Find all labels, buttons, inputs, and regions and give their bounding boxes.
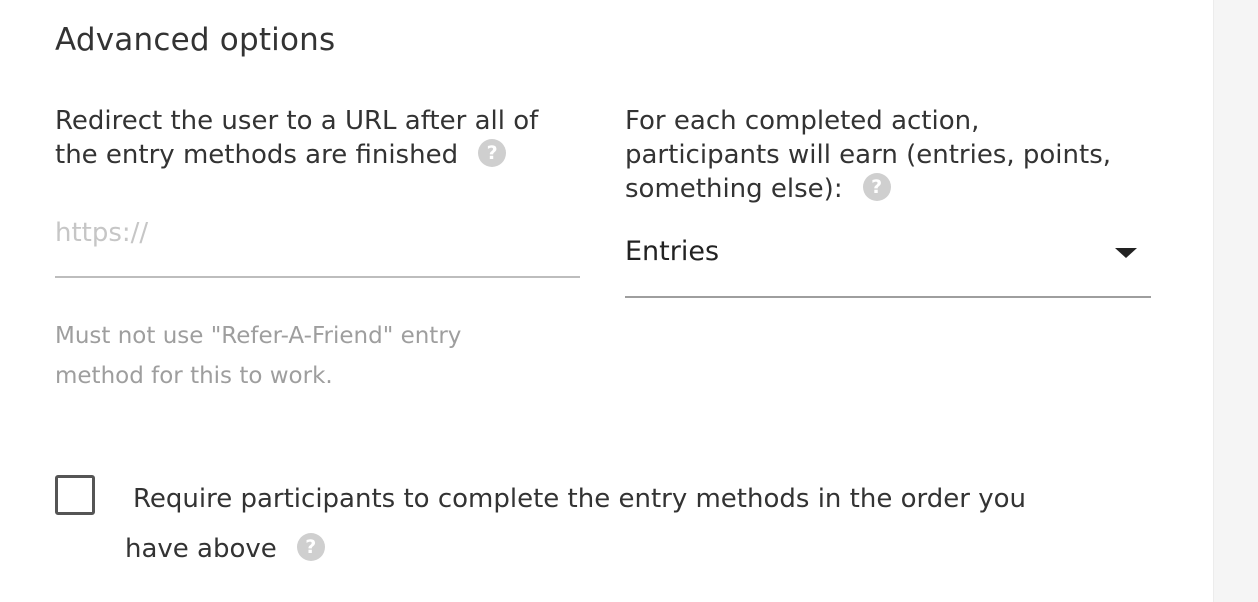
redirect-label-line1: Redirect the user to a URL after all of	[55, 106, 539, 136]
question-circle-icon[interactable]: ?	[296, 532, 325, 561]
earn-type-select[interactable]: Entries	[625, 230, 1151, 298]
earn-label-line1: For each completed action,	[625, 106, 980, 136]
section-title: Advanced options	[55, 22, 336, 58]
question-circle-icon[interactable]: ?	[478, 138, 507, 167]
redirect-label: Redirect the user to a URL after all of …	[55, 104, 580, 172]
redirect-hint: Must not use "Refer-A-Friend" entry meth…	[55, 316, 575, 396]
redirect-label-line2: the entry methods are finished	[55, 140, 459, 170]
redirect-url-input[interactable]	[55, 208, 580, 278]
require-order-label-line2[interactable]: have above	[125, 534, 277, 564]
earn-label: For each completed action, participants …	[625, 104, 1151, 206]
caret-down-icon	[1115, 248, 1137, 258]
require-order-checkbox[interactable]	[55, 475, 95, 515]
advanced-options-page: Advanced options Redirect the user to a …	[0, 0, 1258, 602]
redirect-hint-line2: method for this to work.	[55, 363, 333, 389]
earn-label-line3: something else):	[625, 174, 843, 204]
require-order-label-line1[interactable]: Require participants to complete the ent…	[133, 481, 1026, 517]
require-order-label-line2-wrap: have above?	[125, 531, 325, 567]
earn-type-selected-value: Entries	[625, 236, 720, 267]
redirect-hint-line1: Must not use "Refer-A-Friend" entry	[55, 323, 462, 349]
redirect-label-line2-wrap: the entry methods are finished?	[55, 138, 580, 172]
earn-label-line2: participants will earn (entries, points,	[625, 140, 1112, 170]
question-circle-icon[interactable]: ?	[862, 172, 891, 201]
right-gutter	[1213, 0, 1258, 602]
earn-label-line3-wrap: something else):?	[625, 172, 1151, 206]
